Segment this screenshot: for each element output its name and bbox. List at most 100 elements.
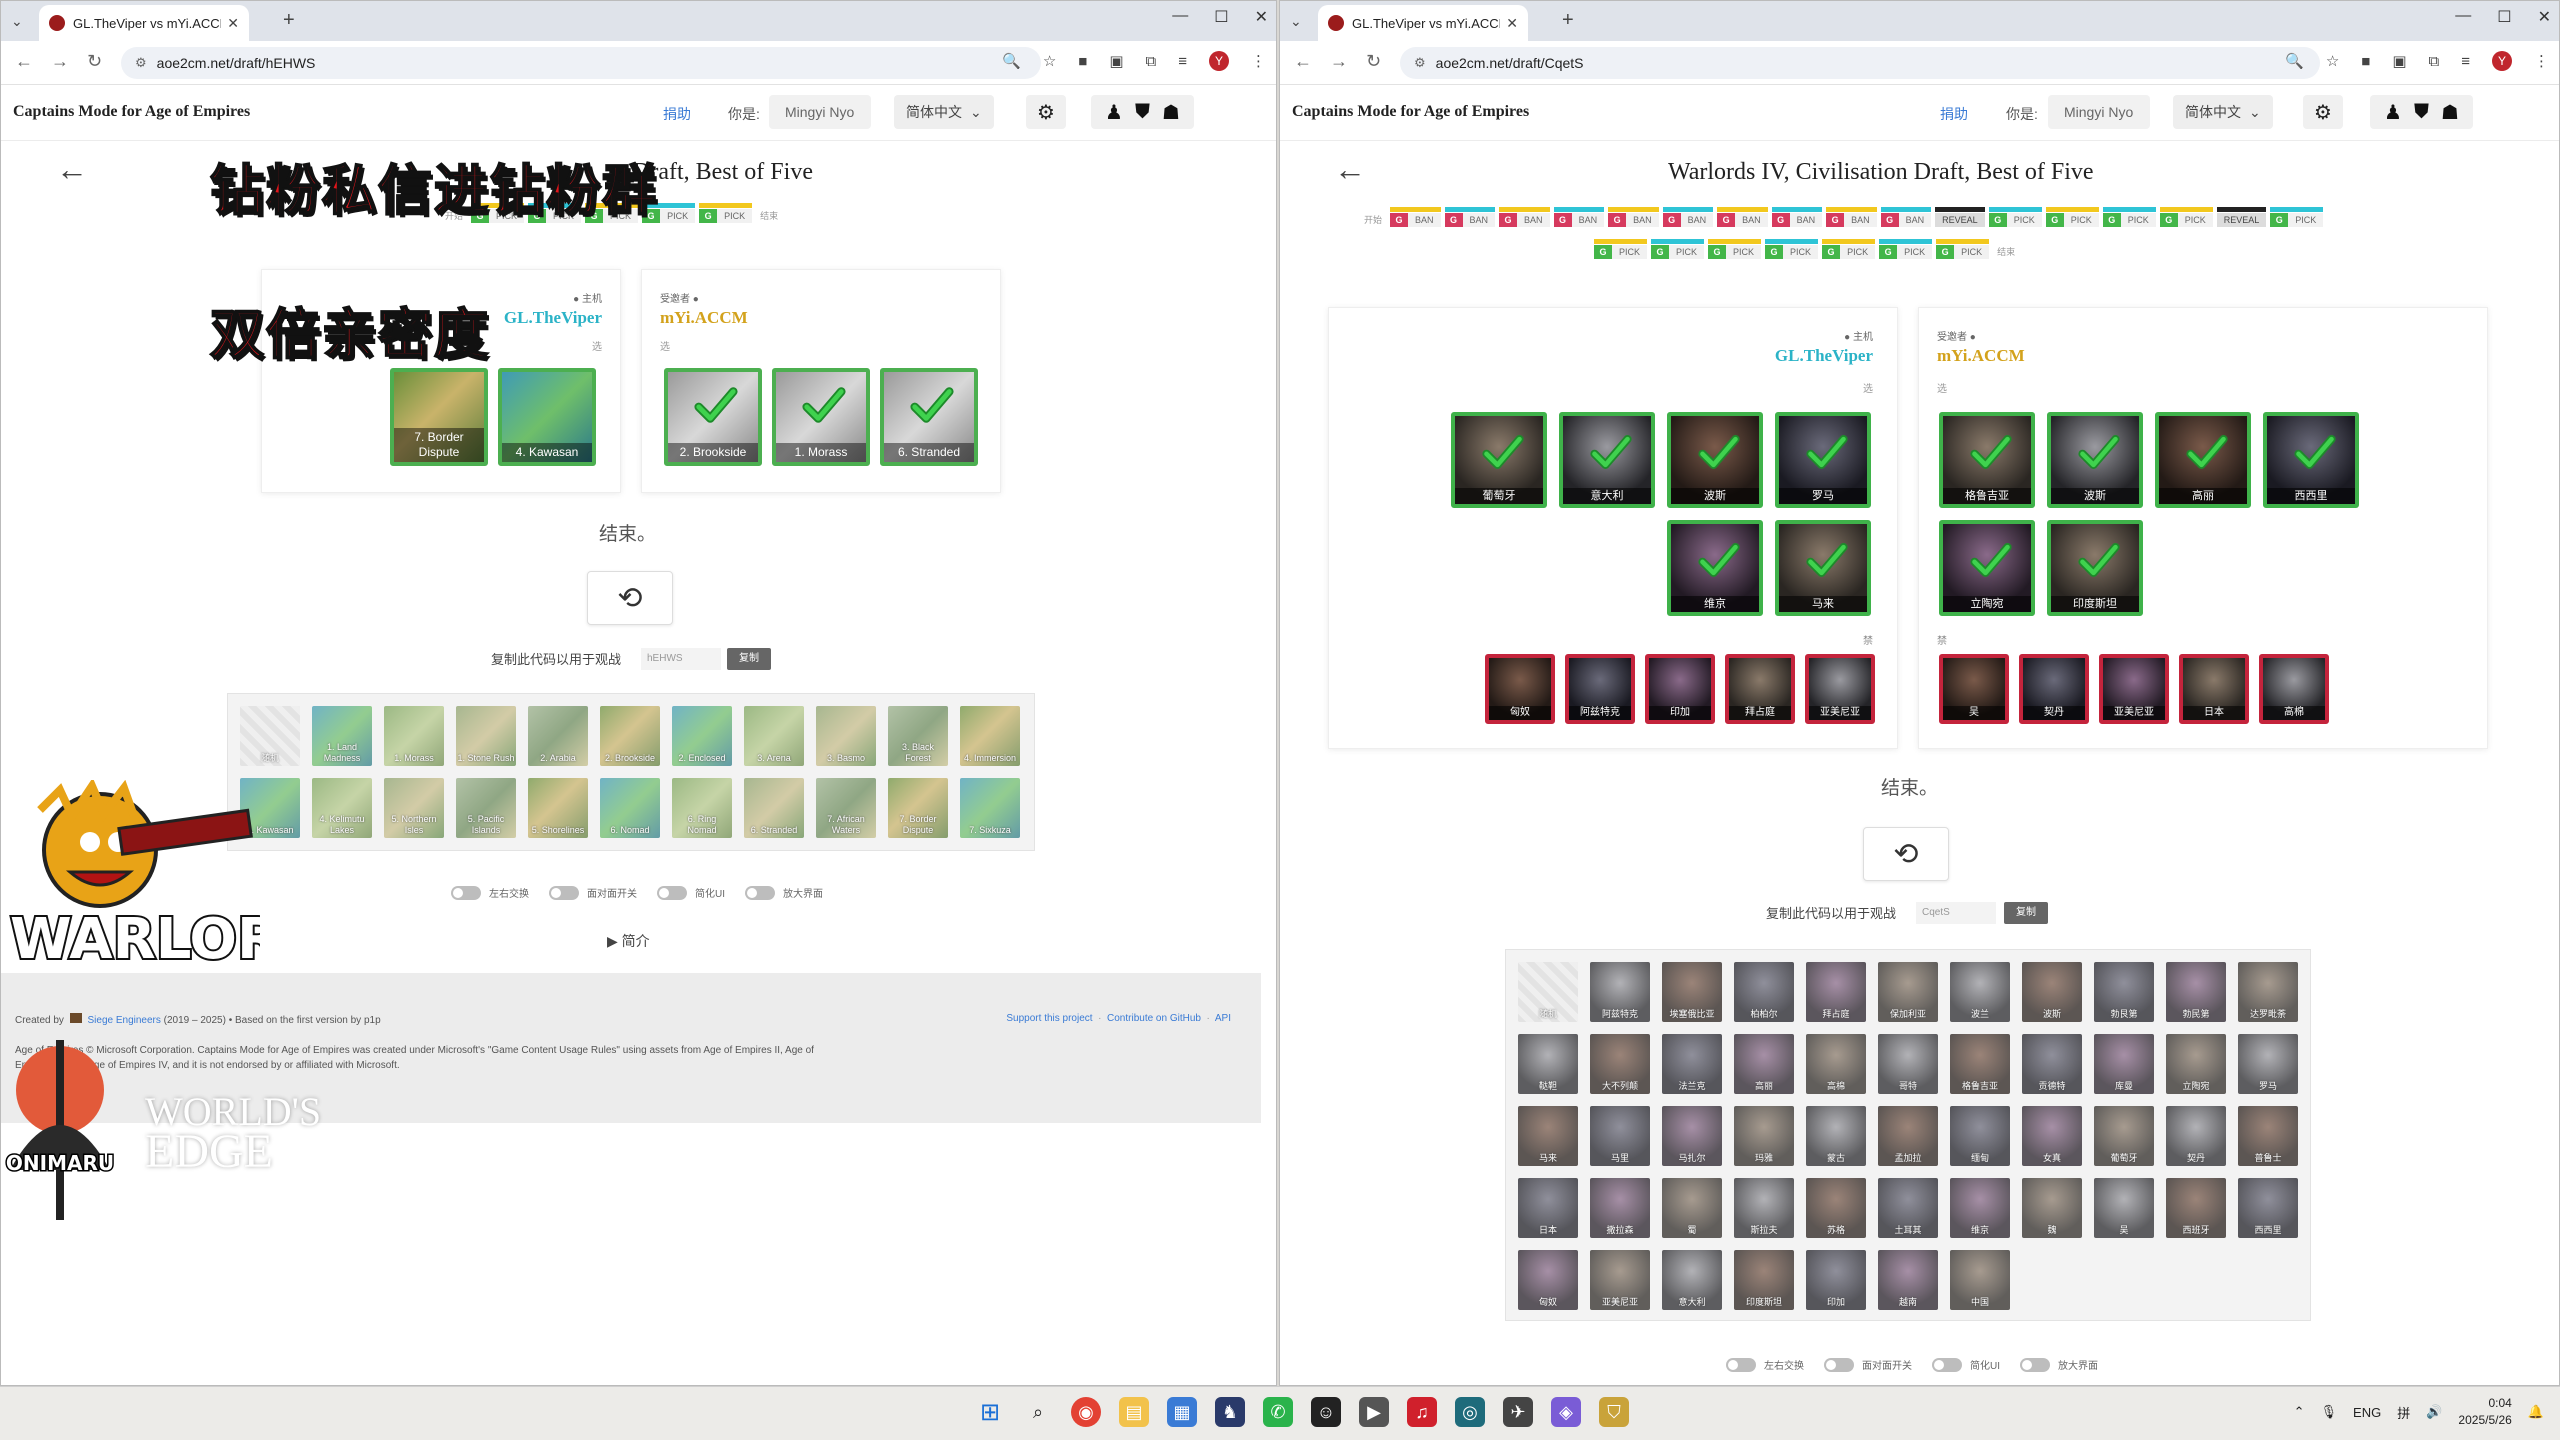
civ-pool-item[interactable]: 印度斯坦 [1734, 1250, 1794, 1310]
map-pool-item[interactable]: 1. Stone Rush [456, 706, 516, 766]
option-toggle[interactable]: 放大界面 [745, 885, 823, 900]
map-pool-item[interactable]: 7. Border Dispute [888, 778, 948, 838]
host-role-icon[interactable]: ♟ [2384, 100, 2402, 125]
puzzle-icon[interactable]: ⧉ [1146, 53, 1157, 70]
civ-pool-item[interactable]: 西班牙 [2166, 1178, 2226, 1238]
map-pool-item[interactable]: 6. Stranded [744, 778, 804, 838]
civ-pool-item[interactable]: 马来 [1518, 1106, 1578, 1166]
map-pool-item[interactable]: 3. Arena [744, 706, 804, 766]
brand-title[interactable]: Captains Mode for Age of Empires [1292, 103, 1529, 121]
name-input[interactable]: Mingyi Nyo [2048, 95, 2150, 129]
toggle-switch[interactable] [451, 885, 481, 900]
civ-pool-item[interactable]: 马扎尔 [1662, 1106, 1722, 1166]
language-select[interactable]: 简体中文 ⌄ [894, 95, 994, 129]
close-window-icon[interactable]: ✕ [2538, 7, 2551, 27]
microphone-icon[interactable]: 🎙 [2321, 1404, 2338, 1420]
forward-nav-icon[interactable]: → [51, 51, 69, 72]
civ-pool-item[interactable]: 立陶宛 [2166, 1034, 2226, 1094]
civ-pool-item[interactable]: 马里 [1590, 1106, 1650, 1166]
extension-icon[interactable]: ■ [2361, 53, 2370, 70]
reset-icon[interactable]: ⟲ [587, 571, 673, 625]
toggle-switch[interactable] [657, 885, 687, 900]
civ-pool-item[interactable]: 维京 [1950, 1178, 2010, 1238]
option-toggle[interactable]: 左右交换 [451, 885, 529, 900]
option-toggle[interactable]: 简化UI [1932, 1357, 2000, 1372]
spectate-code-input[interactable]: CqetS [1916, 902, 1996, 924]
civ-pool-item[interactable]: 孟加拉 [1878, 1106, 1938, 1166]
map-pool-item[interactable]: 1. Morass [384, 706, 444, 766]
civ-pool-item[interactable]: 勃民第 [2166, 962, 2226, 1022]
address-bar[interactable]: ⚙ aoe2cm.net/draft/CqetS [1400, 47, 2320, 79]
host-role-icon[interactable]: ♟ [1105, 100, 1123, 125]
map-pool-item[interactable]: 4. Kelimutu Lakes [312, 778, 372, 838]
civ-pool-item[interactable]: 格鲁吉亚 [1950, 1034, 2010, 1094]
steam-icon[interactable]: ◎ [1455, 1397, 1485, 1427]
option-toggle[interactable]: 简化UI [657, 885, 725, 900]
map-pool-item[interactable]: 2. Enclosed [672, 706, 732, 766]
forward-nav-icon[interactable]: → [1330, 51, 1348, 72]
cast-icon[interactable]: ▣ [2392, 52, 2406, 70]
gear-icon[interactable]: ⚙ [1026, 95, 1066, 129]
civ-pool-item[interactable]: 土耳其 [1878, 1178, 1938, 1238]
map-pool-item[interactable]: 2. Brookside [600, 706, 660, 766]
browser-tab[interactable]: GL.TheViper vs mYi.ACCM – ✕ [1318, 5, 1528, 41]
input-language[interactable]: ENG [2353, 1405, 2381, 1420]
map-pool-item[interactable]: 2. Arabia [528, 706, 588, 766]
civ-pool-item[interactable]: 女真 [2022, 1106, 2082, 1166]
bookmark-star-icon[interactable]: ☆ [2326, 52, 2339, 70]
civ-pool-item[interactable]: 哥特 [1878, 1034, 1938, 1094]
minimize-icon[interactable]: — [1172, 7, 1188, 27]
civ-pool-item[interactable]: 亚美尼亚 [1590, 1250, 1650, 1310]
minimize-icon[interactable]: — [2455, 7, 2471, 27]
back-arrow-icon[interactable]: ← [1334, 151, 1366, 188]
siege-engineers-link[interactable]: Siege Engineers [87, 1015, 160, 1026]
toggle-switch[interactable] [745, 885, 775, 900]
civ-pool-item[interactable]: 日本 [1518, 1178, 1578, 1238]
civ-pool-item[interactable]: 随机 [1518, 962, 1578, 1022]
map-pool-item[interactable]: 5. Shorelines [528, 778, 588, 838]
intro-toggle[interactable]: ▶ 简介 [607, 931, 650, 951]
civ-pool-item[interactable]: 斯拉夫 [1734, 1178, 1794, 1238]
civ-pool-item[interactable]: 高棉 [1806, 1034, 1866, 1094]
tray-chevron-icon[interactable]: ⌃ [2294, 1404, 2305, 1420]
support-link[interactable]: Support this project [1006, 1013, 1092, 1024]
civ-pool-item[interactable]: 印加 [1806, 1250, 1866, 1310]
search-icon[interactable]: ⌕ [1023, 1397, 1053, 1427]
civ-pool-item[interactable]: 葡萄牙 [2094, 1106, 2154, 1166]
brand-title[interactable]: Captains Mode for Age of Empires [13, 103, 250, 121]
civ-pool-item[interactable]: 缅甸 [1950, 1106, 2010, 1166]
profile-avatar[interactable]: Y [1209, 51, 1229, 71]
civ-pool-item[interactable]: 勃艮第 [2094, 962, 2154, 1022]
civ-pool-item[interactable]: 达罗毗荼 [2238, 962, 2298, 1022]
spectator-icon[interactable]: ☗ [1162, 100, 1180, 125]
option-toggle[interactable]: 面对面开关 [1824, 1357, 1912, 1372]
civ-pool-item[interactable]: 库曼 [2094, 1034, 2154, 1094]
tab-search-icon[interactable]: ⌄ [1290, 13, 1302, 30]
close-tab-icon[interactable]: ✕ [1506, 15, 1518, 32]
civ-pool-item[interactable]: 契丹 [2166, 1106, 2226, 1166]
menu-kebab-icon[interactable]: ⋮ [2534, 52, 2549, 70]
api-link[interactable]: API [1215, 1013, 1231, 1024]
image-viewer-icon[interactable]: ▦ [1167, 1397, 1197, 1427]
chrome-icon[interactable]: ◉ [1071, 1397, 1101, 1427]
maximize-icon[interactable]: ☐ [2497, 7, 2511, 27]
map-pool-item[interactable]: 6. Ring Nomad [672, 778, 732, 838]
civ-pool-item[interactable]: 法兰克 [1662, 1034, 1722, 1094]
back-nav-icon[interactable]: ← [1294, 51, 1312, 72]
map-pool-item[interactable]: 7. African Waters [816, 778, 876, 838]
maximize-icon[interactable]: ☐ [1214, 7, 1228, 27]
aoe-icon[interactable]: ⛉ [1599, 1397, 1629, 1427]
volume-icon[interactable]: 🔊 [2426, 1404, 2442, 1420]
map-pool-item[interactable]: 7. Sixkuza [960, 778, 1020, 838]
civ-pool-item[interactable]: 保加利亚 [1878, 962, 1938, 1022]
ime-icon[interactable]: 拼 [2397, 1403, 2410, 1422]
map-pool-item[interactable]: 随机 [240, 706, 300, 766]
clock[interactable]: 0:04 2025/5/26 [2458, 1395, 2511, 1429]
browser-tab[interactable]: GL.TheViper vs mYi.ACCM – ✕ [39, 5, 249, 41]
close-tab-icon[interactable]: ✕ [227, 15, 239, 32]
extension-icon[interactable]: ■ [1078, 53, 1087, 70]
profile-avatar[interactable]: Y [2492, 51, 2512, 71]
civ-pool-item[interactable]: 柏柏尔 [1734, 962, 1794, 1022]
qq-icon[interactable]: ☺ [1311, 1397, 1341, 1427]
new-tab-button[interactable]: + [1562, 9, 1574, 32]
